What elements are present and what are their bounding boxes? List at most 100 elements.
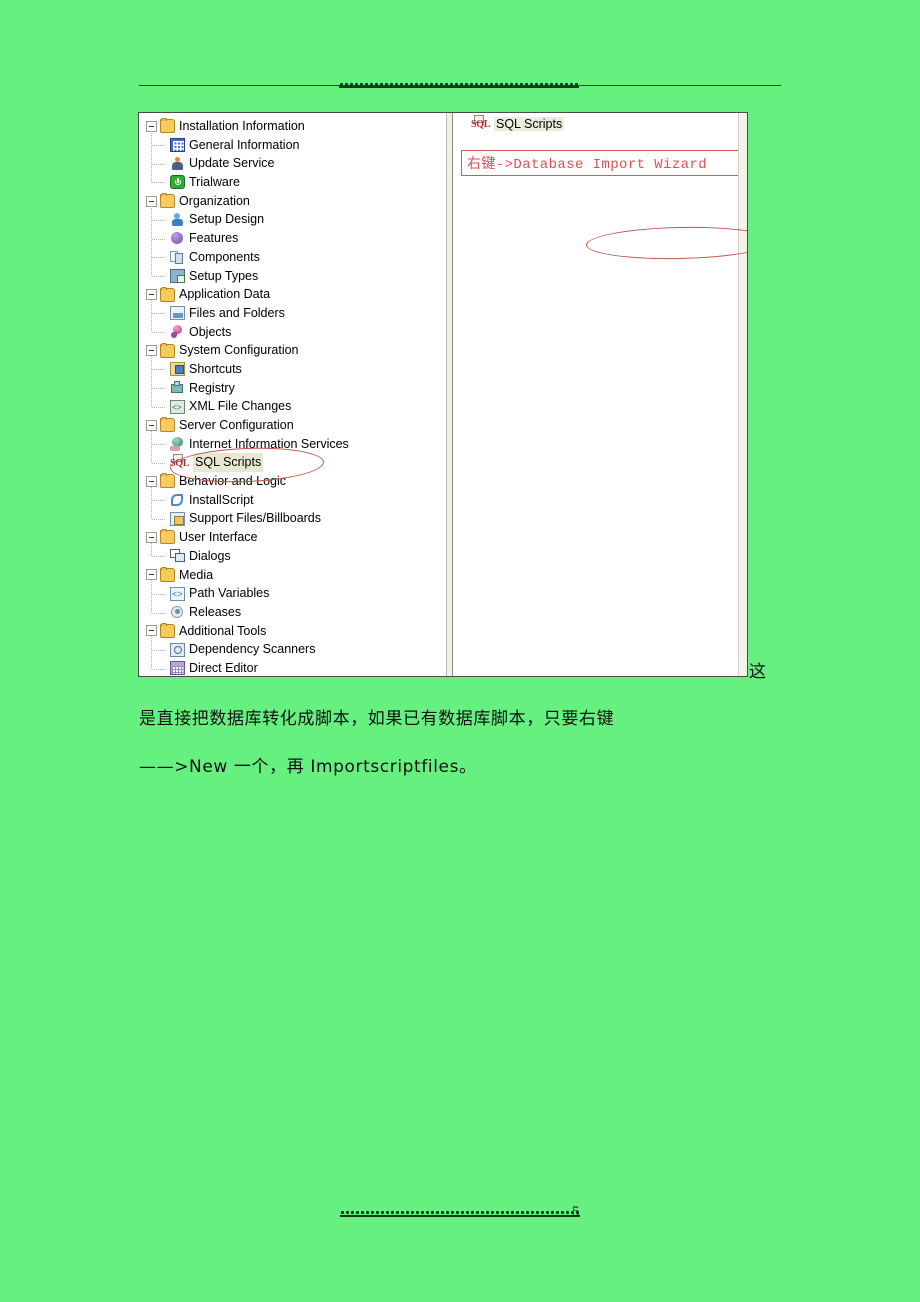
tree-guide-line: [152, 219, 166, 221]
tree-item-behavior-and-logic[interactable]: Behavior and Logic: [139, 472, 446, 491]
pane-splitter[interactable]: [446, 113, 453, 676]
tree-item-label: Features: [189, 231, 239, 246]
tree-item-update-service[interactable]: Update Service: [139, 154, 446, 173]
tree-item-label: Direct Editor: [189, 660, 258, 675]
detail-pane[interactable]: SQL SQL Scripts 右键->Database Import Wiza…: [453, 113, 747, 676]
folder-icon: [160, 566, 175, 582]
path-variables-icon: [170, 586, 185, 604]
tree-item-setup-types[interactable]: Setup Types: [139, 267, 446, 286]
page-footer-rule: [340, 1210, 580, 1217]
tree-item-label: Files and Folders: [189, 305, 285, 320]
tree-item-dependency-scanners[interactable]: Dependency Scanners: [139, 640, 446, 659]
tree-guide-line: [151, 206, 152, 276]
tree-item-label: Additional Tools: [179, 623, 267, 638]
tree-item-user-interface[interactable]: User Interface: [139, 528, 446, 547]
tree-item-media[interactable]: Media: [139, 566, 446, 585]
tree-item-path-variables[interactable]: Path Variables: [139, 584, 446, 604]
folder-icon: [160, 622, 175, 638]
tree-item-label: Behavior and Logic: [179, 474, 287, 489]
tree-item-system-configuration[interactable]: System Configuration: [139, 341, 446, 360]
power-icon: [170, 175, 185, 190]
detail-scrollbar[interactable]: [738, 113, 747, 676]
tree-item-label: InstallScript: [189, 492, 254, 507]
tree-guide-line: [151, 542, 152, 557]
annotation-note-text: 右键->Database Import Wizard: [467, 157, 708, 173]
tree-item-xml-file-changes[interactable]: XML File Changes: [139, 397, 446, 418]
tree-guide-line: [152, 593, 166, 595]
tree-item-label: Setup Design: [189, 212, 265, 227]
tree-item-label: Organization: [179, 193, 250, 208]
release-icon: [170, 605, 185, 619]
setup-types-icon: [170, 268, 185, 283]
tree-guide-line: [152, 332, 166, 334]
tree-item-label: Setup Types: [189, 268, 259, 283]
tree-item-additional-tools[interactable]: Additional Tools: [139, 622, 446, 641]
boxes-icon: [170, 250, 185, 265]
tree-item-organization[interactable]: Organization: [139, 192, 446, 211]
dialog-icon: [170, 549, 185, 563]
tree-item-general-information[interactable]: General Information: [139, 136, 446, 155]
tree-item-application-data[interactable]: Application Data: [139, 285, 446, 304]
tree-item-internet-information-services[interactable]: Internet Information Services: [139, 435, 446, 454]
tree-item-label: Path Variables: [189, 586, 270, 601]
xml-icon: [170, 399, 185, 418]
tree-item-label: Media: [179, 567, 214, 582]
footer-rule-bar: [340, 1215, 580, 1217]
tree-expander-minus-icon[interactable]: [146, 419, 157, 431]
tree-item-objects[interactable]: Objects: [139, 323, 446, 342]
tree-guide-line: [152, 388, 166, 390]
tree-guide-line: [151, 430, 152, 463]
tree-item-installation-information[interactable]: Installation Information: [139, 117, 446, 136]
tree-item-files-and-folders[interactable]: Files and Folders: [139, 304, 446, 323]
tree-guide-line: [151, 355, 152, 407]
tree-item-registry[interactable]: Registry: [139, 379, 446, 398]
page-header-rule: [139, 82, 781, 88]
tree-expander-minus-icon[interactable]: [146, 289, 157, 301]
tree-guide-line: [152, 182, 166, 184]
tree-item-label: System Configuration: [179, 343, 299, 358]
tree-expander-minus-icon[interactable]: [146, 475, 157, 487]
tree-item-releases[interactable]: Releases: [139, 603, 446, 622]
sql-icon: SQL: [170, 453, 189, 470]
project-tree-pane[interactable]: Installation Information General Informat…: [139, 113, 446, 676]
tree-item-installscript[interactable]: InstallScript: [139, 491, 446, 510]
object-icon: [170, 324, 185, 339]
tree-item-label: Update Service: [189, 156, 275, 171]
tree-item-label: Releases: [189, 604, 242, 619]
tree-guide-line: [152, 612, 166, 614]
header-rule-dots-bar: [339, 86, 579, 88]
folder-icon: [160, 473, 175, 489]
globe-icon: [170, 437, 185, 452]
tree-item-support-files-billboards[interactable]: Support Files/Billboards: [139, 509, 446, 528]
tree-guide-line: [152, 668, 166, 670]
tree-expander-minus-icon[interactable]: [146, 195, 157, 207]
tree-expander-minus-icon[interactable]: [146, 531, 157, 543]
tree-item-shortcuts[interactable]: Shortcuts: [139, 360, 446, 379]
tree-item-label: SQL Scripts: [193, 453, 264, 473]
tree-item-label: XML File Changes: [189, 399, 292, 414]
grid-icon: [170, 138, 185, 153]
tree-item-sql-scripts[interactable]: SQL SQL Scripts: [139, 453, 446, 473]
body-paragraph-line-2: ——>New 一个，再 Importscriptfiles。: [139, 757, 477, 777]
tree-guide-line: [152, 313, 166, 315]
tree-item-direct-editor[interactable]: Direct Editor: [139, 659, 446, 676]
sql-icon: SQL: [471, 115, 490, 131]
tree-item-dialogs[interactable]: Dialogs: [139, 547, 446, 566]
tree-expander-minus-icon[interactable]: [146, 345, 157, 357]
folder-icon: [160, 118, 175, 134]
project-tree[interactable]: Installation Information General Informat…: [139, 113, 446, 676]
tree-item-server-configuration[interactable]: Server Configuration: [139, 416, 446, 435]
tree-expander-minus-icon[interactable]: [146, 120, 157, 132]
tree-guide-line: [152, 257, 166, 259]
tree-item-setup-design[interactable]: Setup Design: [139, 210, 446, 229]
tree-expander-minus-icon[interactable]: [146, 625, 157, 637]
tree-guide-line: [151, 580, 152, 613]
tree-expander-minus-icon[interactable]: [146, 569, 157, 581]
tree-item-label: Installation Information: [179, 119, 305, 133]
sphere-icon: [170, 231, 185, 245]
tree-item-components[interactable]: Components: [139, 248, 446, 267]
tree-item-trialware[interactable]: Trialware: [139, 173, 446, 192]
tree-item-features[interactable]: Features: [139, 229, 446, 248]
tree-item-label: Internet Information Services: [189, 436, 349, 451]
registry-icon: [170, 380, 185, 395]
